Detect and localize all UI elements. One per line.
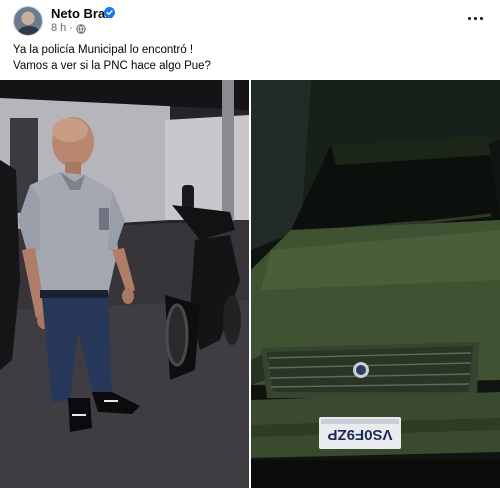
author-avatar[interactable] (13, 6, 43, 36)
post-photo-right[interactable]: VS0F9ZP (251, 80, 500, 488)
post-photo-left[interactable] (0, 80, 249, 488)
post-header: Neto Bran 8 h · (0, 0, 500, 40)
more-options-icon[interactable] (462, 8, 488, 28)
verified-badge-icon (104, 7, 115, 18)
post-meta: 8 h · (51, 22, 86, 35)
post-timestamp[interactable]: 8 h (51, 22, 66, 35)
post-text: Ya la policía Municipal lo encontró ! Va… (13, 42, 483, 74)
post-text-line: Vamos a ver si la PNC hace algo Pue? (13, 60, 211, 72)
post-text-line: Ya la policía Municipal lo encontró ! (13, 44, 194, 56)
globe-icon[interactable] (76, 23, 86, 34)
license-plate-text: VS0F9ZP (327, 426, 392, 443)
